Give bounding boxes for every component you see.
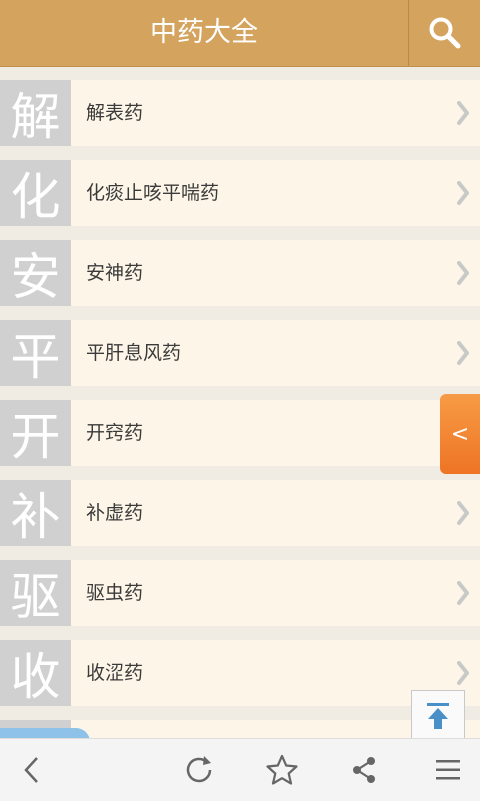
category-label: 化痰止咳平喘药 (86, 182, 220, 204)
chevron-right-icon (457, 181, 469, 205)
star-icon (266, 754, 298, 785)
category-initial: 补 (0, 480, 71, 546)
chevron-right-icon (457, 101, 469, 125)
list-item[interactable]: 开 开窍药 (0, 400, 480, 466)
category-initial: 解 (0, 80, 71, 146)
list-item[interactable]: 安 安神药 (0, 240, 480, 306)
list-item[interactable]: 收 收涩药 (0, 640, 480, 706)
category-label: 开窍药 (86, 422, 144, 444)
share-button[interactable] (334, 739, 394, 801)
category-label: 驱虫药 (86, 582, 144, 604)
list-item[interactable]: 补 补虚药 (0, 480, 480, 546)
search-button[interactable] (409, 0, 480, 66)
chevron-right-icon (457, 501, 469, 525)
category-label: 安神药 (86, 262, 144, 284)
refresh-button[interactable] (169, 739, 229, 801)
side-tab-label: < (450, 421, 470, 447)
search-icon (429, 17, 460, 49)
menu-button[interactable] (418, 739, 478, 801)
chevron-right-icon (457, 581, 469, 605)
category-list: 解 解表药 化 化痰止咳平喘药 安 安神药 平 平肝息风药 开 开窍药 补 补虚… (0, 80, 480, 720)
bookmark-button[interactable] (252, 739, 312, 801)
category-initial: 化 (0, 160, 71, 226)
list-item[interactable]: 化 化痰止咳平喘药 (0, 160, 480, 226)
menu-icon (436, 760, 460, 780)
side-drawer-tab[interactable]: < (440, 394, 480, 474)
category-label: 解表药 (86, 102, 144, 124)
category-initial: 开 (0, 400, 71, 466)
back-to-top-button[interactable] (411, 690, 465, 742)
back-icon (24, 757, 38, 783)
page-title: 中药大全 (150, 17, 258, 48)
category-label: 平肝息风药 (86, 342, 182, 364)
category-initial: 平 (0, 320, 71, 386)
category-initial: 安 (0, 240, 71, 306)
category-initial: 收 (0, 640, 71, 706)
category-initial: 驱 (0, 560, 71, 626)
list-item[interactable]: 平 平肝息风药 (0, 320, 480, 386)
list-item[interactable]: 驱 驱虫药 (0, 560, 480, 626)
share-icon (353, 757, 375, 783)
chevron-right-icon (457, 661, 469, 685)
back-to-top-icon (427, 703, 449, 729)
chevron-right-icon (457, 261, 469, 285)
browser-toolbar (0, 738, 480, 801)
category-label: 收涩药 (86, 662, 144, 684)
category-label: 补虚药 (86, 502, 144, 524)
list-item[interactable]: 解 解表药 (0, 80, 480, 146)
chevron-right-icon (457, 341, 469, 365)
refresh-icon (186, 756, 212, 783)
app-header: 中药大全 (0, 0, 480, 67)
back-button[interactable] (2, 739, 62, 801)
